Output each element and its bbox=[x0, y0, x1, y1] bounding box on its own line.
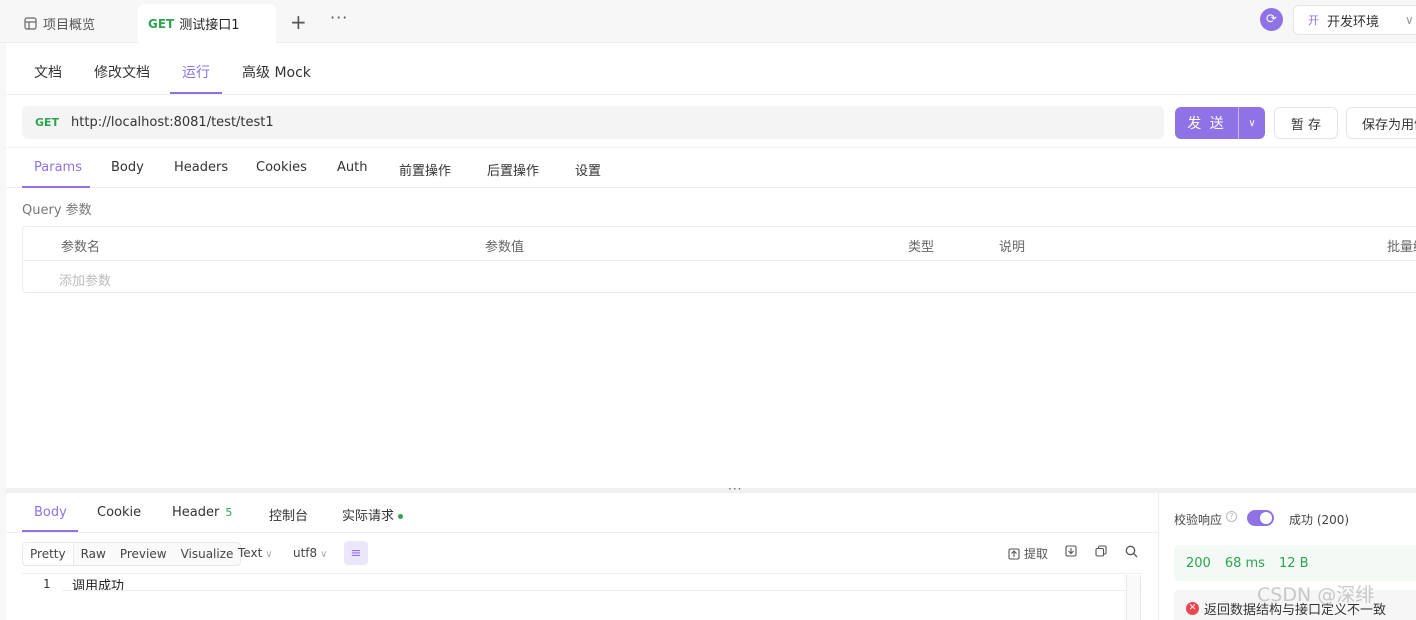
view-mode-group: Pretty Raw Preview Visualize bbox=[22, 542, 242, 566]
resp-tab-cookie[interactable]: Cookie bbox=[97, 505, 141, 520]
bulk-edit-button[interactable]: 批量编辑 bbox=[1387, 236, 1416, 255]
tab-api-test1[interactable]: GET 测试接口1 bbox=[138, 4, 276, 43]
editor-scrollbar[interactable] bbox=[1126, 575, 1141, 620]
stash-button[interactable]: 暂 存 bbox=[1274, 107, 1338, 139]
line-number: 1 bbox=[43, 577, 51, 591]
response-size: 12 B bbox=[1278, 555, 1309, 571]
extract-button[interactable]: 提取 bbox=[1008, 545, 1048, 562]
request-param-tabs: Params Body Headers Cookies Auth 前置操作 后置… bbox=[6, 147, 1416, 188]
code-line: 调用成功 bbox=[72, 579, 125, 594]
status-dot-icon bbox=[398, 514, 404, 519]
save-as-case-button[interactable]: 保存为用例 bbox=[1346, 107, 1416, 139]
col-param-desc: 说明 bbox=[999, 240, 1026, 255]
environment-select[interactable]: 开 开发环境 ∨ bbox=[1293, 5, 1416, 35]
view-mode-raw[interactable]: Raw bbox=[74, 543, 113, 565]
api-subnav: 文档 修改文档 运行 高级 Mock bbox=[6, 43, 1416, 95]
tab-project-overview[interactable]: 项目概览 bbox=[24, 14, 96, 33]
resp-tab-header[interactable]: Header 5 bbox=[172, 505, 232, 520]
request-url-input[interactable]: http://localhost:8081/test/test1 bbox=[71, 115, 274, 130]
tab-settings[interactable]: 设置 bbox=[575, 160, 601, 179]
help-icon[interactable]: ? bbox=[1226, 511, 1237, 522]
tab-cookies[interactable]: Cookies bbox=[256, 160, 307, 175]
tab-post-ops[interactable]: 后置操作 bbox=[487, 160, 539, 179]
add-tab-icon[interactable]: + bbox=[290, 10, 307, 34]
word-wrap-icon[interactable]: ≡ bbox=[344, 541, 368, 565]
tab-headers[interactable]: Headers bbox=[174, 160, 228, 175]
status-code: 200 bbox=[1186, 555, 1211, 571]
send-button[interactable]: 发 送 ∨ bbox=[1175, 107, 1265, 139]
view-mode-visualize[interactable]: Visualize bbox=[174, 543, 241, 565]
extract-label: 提取 bbox=[1024, 547, 1049, 561]
resp-tab-actual-request-label: 实际请求 bbox=[342, 509, 395, 524]
more-tabs-icon[interactable]: ··· bbox=[330, 8, 348, 27]
col-param-type: 类型 bbox=[908, 240, 935, 255]
response-body-editor[interactable]: 1 调用成功 bbox=[22, 573, 1142, 620]
header-count-badge: 5 bbox=[225, 506, 233, 519]
chevron-down-icon: ∨ bbox=[1405, 13, 1414, 27]
view-mode-pretty[interactable]: Pretty bbox=[23, 543, 74, 565]
param-tab-active-indicator bbox=[22, 186, 90, 188]
line-divider bbox=[62, 590, 1142, 591]
chevron-down-icon: ∨ bbox=[265, 549, 273, 560]
extract-icon bbox=[1008, 547, 1020, 560]
subnav-item-advanced-mock[interactable]: 高级 Mock bbox=[242, 62, 311, 82]
chevron-down-icon: ∨ bbox=[320, 549, 328, 560]
response-stats: 200 68 ms 12 B bbox=[1174, 545, 1416, 581]
tab-method-badge: GET bbox=[148, 16, 175, 31]
resp-tab-active-indicator bbox=[22, 530, 78, 532]
tab-pre-ops[interactable]: 前置操作 bbox=[399, 160, 451, 179]
view-mode-preview[interactable]: Preview bbox=[113, 543, 174, 565]
response-tabs: Body Cookie Header 5 控制台 实际请求 bbox=[6, 493, 1158, 533]
resp-tab-body[interactable]: Body bbox=[34, 505, 67, 520]
watermark: CSDN @深绯 bbox=[1257, 584, 1375, 606]
response-time: 68 ms bbox=[1224, 555, 1265, 571]
format-select-value: Text bbox=[238, 546, 263, 560]
env-badge: 开 bbox=[1308, 14, 1319, 27]
resp-tab-actual-request[interactable]: 实际请求 bbox=[342, 505, 404, 524]
query-params-table: 参数名 参数值 类型 说明 批量编辑 添加参数 bbox=[22, 226, 1416, 293]
request-url-bar[interactable]: GET http://localhost:8081/test/test1 bbox=[22, 106, 1164, 139]
subnav-item-run[interactable]: 运行 bbox=[182, 62, 210, 82]
encoding-select-value: utf8 bbox=[293, 546, 318, 560]
encoding-select[interactable]: utf8 ∨ bbox=[293, 546, 328, 560]
tab-auth[interactable]: Auth bbox=[337, 160, 367, 175]
error-icon: ✕ bbox=[1186, 601, 1199, 615]
validation-result: 成功 (200) bbox=[1289, 513, 1350, 527]
validate-toggle[interactable] bbox=[1247, 510, 1274, 526]
left-edge bbox=[0, 43, 6, 620]
col-param-name: 参数名 bbox=[61, 240, 101, 255]
sync-icon[interactable]: ⟳ bbox=[1260, 8, 1283, 31]
resp-tab-header-label: Header bbox=[172, 505, 220, 520]
subnav-item-edit-docs[interactable]: 修改文档 bbox=[94, 62, 150, 82]
subnav-active-indicator bbox=[170, 92, 222, 94]
request-method[interactable]: GET bbox=[35, 116, 59, 129]
download-icon[interactable] bbox=[1065, 545, 1077, 561]
table-header: 参数名 参数值 类型 说明 批量编辑 bbox=[23, 227, 1416, 261]
tab-params[interactable]: Params bbox=[34, 160, 82, 175]
tab-body[interactable]: Body bbox=[111, 160, 144, 175]
tab-project-overview-label: 项目概览 bbox=[43, 17, 96, 33]
env-label: 开发环境 bbox=[1327, 14, 1380, 30]
validate-response-label: 校验响应 bbox=[1174, 513, 1223, 527]
col-param-value: 参数值 bbox=[485, 240, 525, 255]
toggle-knob bbox=[1260, 512, 1272, 524]
overview-icon bbox=[24, 16, 37, 30]
subnav-item-docs[interactable]: 文档 bbox=[34, 62, 62, 82]
search-icon[interactable] bbox=[1125, 545, 1138, 562]
add-param-input[interactable]: 添加参数 bbox=[59, 270, 111, 289]
line-gutter: 1 bbox=[22, 574, 62, 620]
send-button-label: 发 送 bbox=[1187, 116, 1226, 132]
format-select[interactable]: Text ∨ bbox=[238, 546, 273, 560]
query-params-title: Query 参数 bbox=[22, 203, 92, 218]
tab-api-title: 测试接口1 bbox=[179, 18, 240, 33]
send-dropdown-icon[interactable]: ∨ bbox=[1238, 107, 1265, 139]
resp-tab-console[interactable]: 控制台 bbox=[269, 505, 308, 524]
copy-icon[interactable] bbox=[1095, 545, 1107, 561]
